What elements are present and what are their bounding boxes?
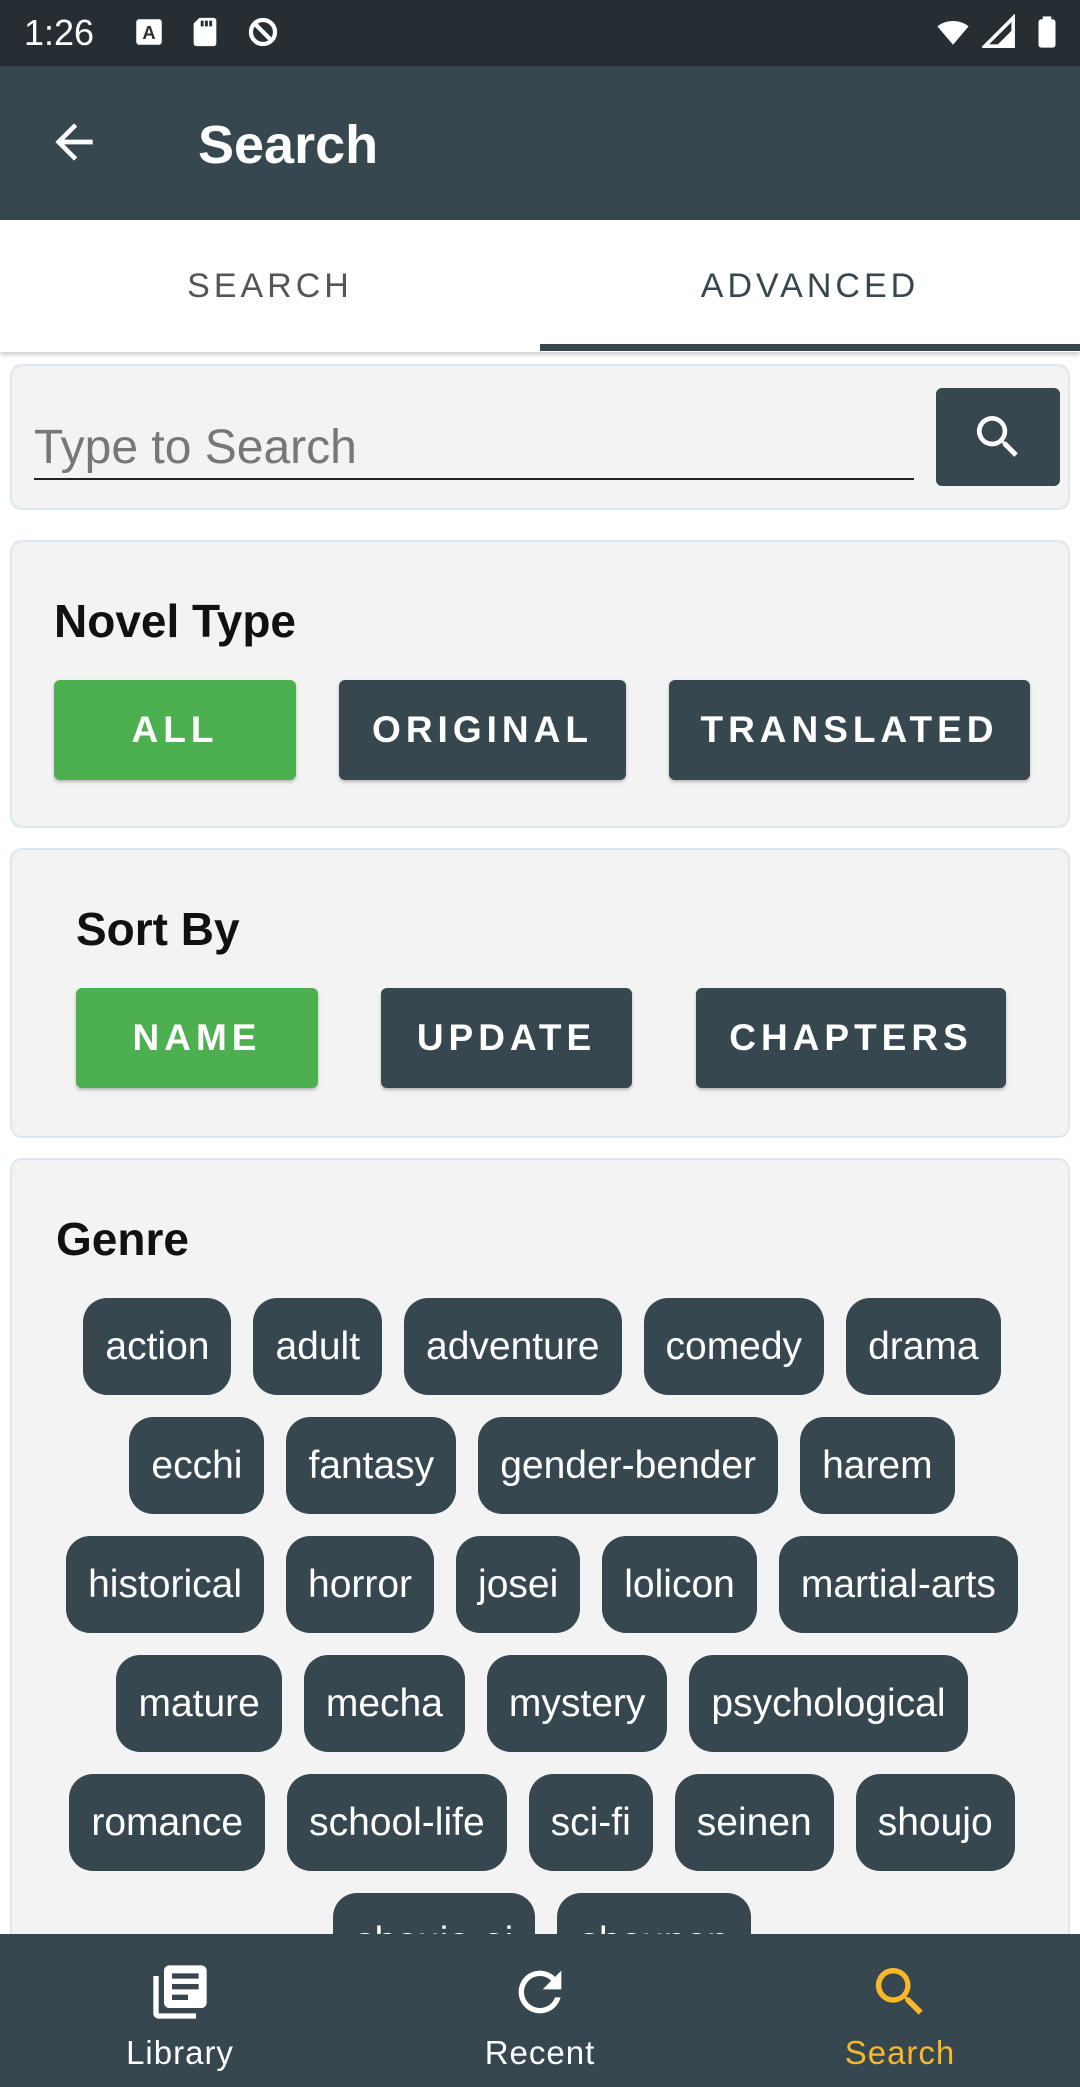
page-title: Search bbox=[198, 115, 379, 175]
tab-bar: SEARCH ADVANCED bbox=[0, 220, 1080, 352]
refresh-icon bbox=[518, 1970, 562, 2014]
library-icon bbox=[153, 1965, 207, 2019]
nav-recent[interactable]: Recent bbox=[360, 1934, 720, 2087]
search-icon bbox=[976, 416, 1018, 457]
bottom-navigation: Library Recent Search bbox=[0, 1934, 1080, 2087]
genre-chip[interactable]: shounen bbox=[557, 1893, 751, 1934]
sort-by-name-button[interactable]: NAME bbox=[76, 988, 318, 1088]
advanced-search-content[interactable]: Novel Type ALL ORIGINAL TRANSLATED Sort … bbox=[0, 352, 1080, 1934]
nav-search[interactable]: Search bbox=[720, 1934, 1080, 2087]
text-notification-icon: A bbox=[136, 19, 162, 45]
sort-by-chapters-button[interactable]: CHAPTERS bbox=[696, 988, 1006, 1088]
genre-chip[interactable]: mature bbox=[116, 1655, 282, 1752]
genre-chip[interactable]: shoujo bbox=[855, 1774, 1015, 1871]
search-button[interactable] bbox=[936, 388, 1060, 486]
nav-search-label: Search bbox=[844, 2034, 956, 2071]
genre-chip[interactable]: shoujo-ai bbox=[333, 1893, 536, 1934]
novel-type-original-button[interactable]: ORIGINAL bbox=[339, 680, 626, 780]
genre-chip[interactable]: adventure bbox=[404, 1298, 622, 1395]
genre-chip[interactable]: action bbox=[83, 1298, 232, 1395]
genre-chip[interactable]: sci-fi bbox=[528, 1774, 653, 1871]
sort-by-update-button[interactable]: UPDATE bbox=[381, 988, 632, 1088]
genre-chip[interactable]: mystery bbox=[486, 1655, 668, 1752]
genre-chip[interactable]: horror bbox=[286, 1536, 435, 1633]
novel-type-translated-button[interactable]: TRANSLATED bbox=[669, 680, 1030, 780]
novel-type-all-button[interactable]: ALL bbox=[54, 680, 296, 780]
data-saver-icon bbox=[248, 17, 278, 47]
status-time: 1:26 bbox=[24, 12, 95, 53]
status-bar: 1:26 A bbox=[0, 0, 1080, 66]
novel-type-card: Novel Type ALL ORIGINAL TRANSLATED bbox=[10, 540, 1070, 828]
genre-chip[interactable]: school-life bbox=[287, 1774, 507, 1871]
back-arrow-icon[interactable] bbox=[46, 114, 102, 170]
genre-chip[interactable]: lolicon bbox=[602, 1536, 757, 1633]
genre-chip[interactable]: martial-arts bbox=[778, 1536, 1018, 1633]
app-bar: Search bbox=[0, 66, 1080, 220]
genre-chip[interactable]: psychological bbox=[689, 1655, 968, 1752]
search-card bbox=[10, 364, 1070, 510]
genre-chip[interactable]: seinen bbox=[674, 1774, 834, 1871]
genre-chip[interactable]: adult bbox=[253, 1298, 383, 1395]
sort-by-card: Sort By NAME UPDATE CHAPTERS bbox=[10, 848, 1070, 1138]
genre-chip[interactable]: josei bbox=[456, 1536, 581, 1633]
svg-text:A: A bbox=[142, 22, 155, 43]
battery-icon bbox=[1038, 16, 1056, 48]
genre-chip[interactable]: fantasy bbox=[286, 1417, 457, 1514]
search-icon bbox=[875, 1968, 923, 2015]
novel-type-title: Novel Type bbox=[54, 595, 296, 647]
search-input[interactable] bbox=[34, 416, 914, 480]
genre-title: Genre bbox=[56, 1213, 189, 1265]
genre-chip[interactable]: historical bbox=[66, 1536, 264, 1633]
active-tab-indicator bbox=[540, 344, 1080, 351]
wifi-icon bbox=[937, 21, 969, 45]
genre-chip[interactable]: ecchi bbox=[129, 1417, 265, 1514]
sd-card-icon bbox=[193, 17, 217, 47]
genre-chip[interactable]: romance bbox=[69, 1774, 266, 1871]
genre-card: Genre action adult adventure comedy drama ecc… bbox=[10, 1158, 1070, 1934]
signal-icon bbox=[982, 14, 1015, 48]
genre-chip[interactable]: mecha bbox=[303, 1655, 465, 1752]
nav-library-label: Library bbox=[126, 2034, 234, 2071]
tab-advanced[interactable]: ADVANCED bbox=[540, 220, 1080, 352]
genre-chip[interactable]: harem bbox=[800, 1417, 955, 1514]
nav-library[interactable]: Library bbox=[0, 1934, 360, 2087]
sort-by-title: Sort By bbox=[76, 903, 240, 955]
genre-chip-list: action adult adventure comedy drama ecchi fant… bbox=[12, 1298, 1072, 1934]
nav-recent-label: Recent bbox=[484, 2034, 596, 2071]
genre-chip[interactable]: drama bbox=[846, 1298, 1001, 1395]
genre-chip[interactable]: comedy bbox=[643, 1298, 825, 1395]
genre-chip[interactable]: gender-bender bbox=[478, 1417, 779, 1514]
tab-search[interactable]: SEARCH bbox=[0, 220, 540, 352]
